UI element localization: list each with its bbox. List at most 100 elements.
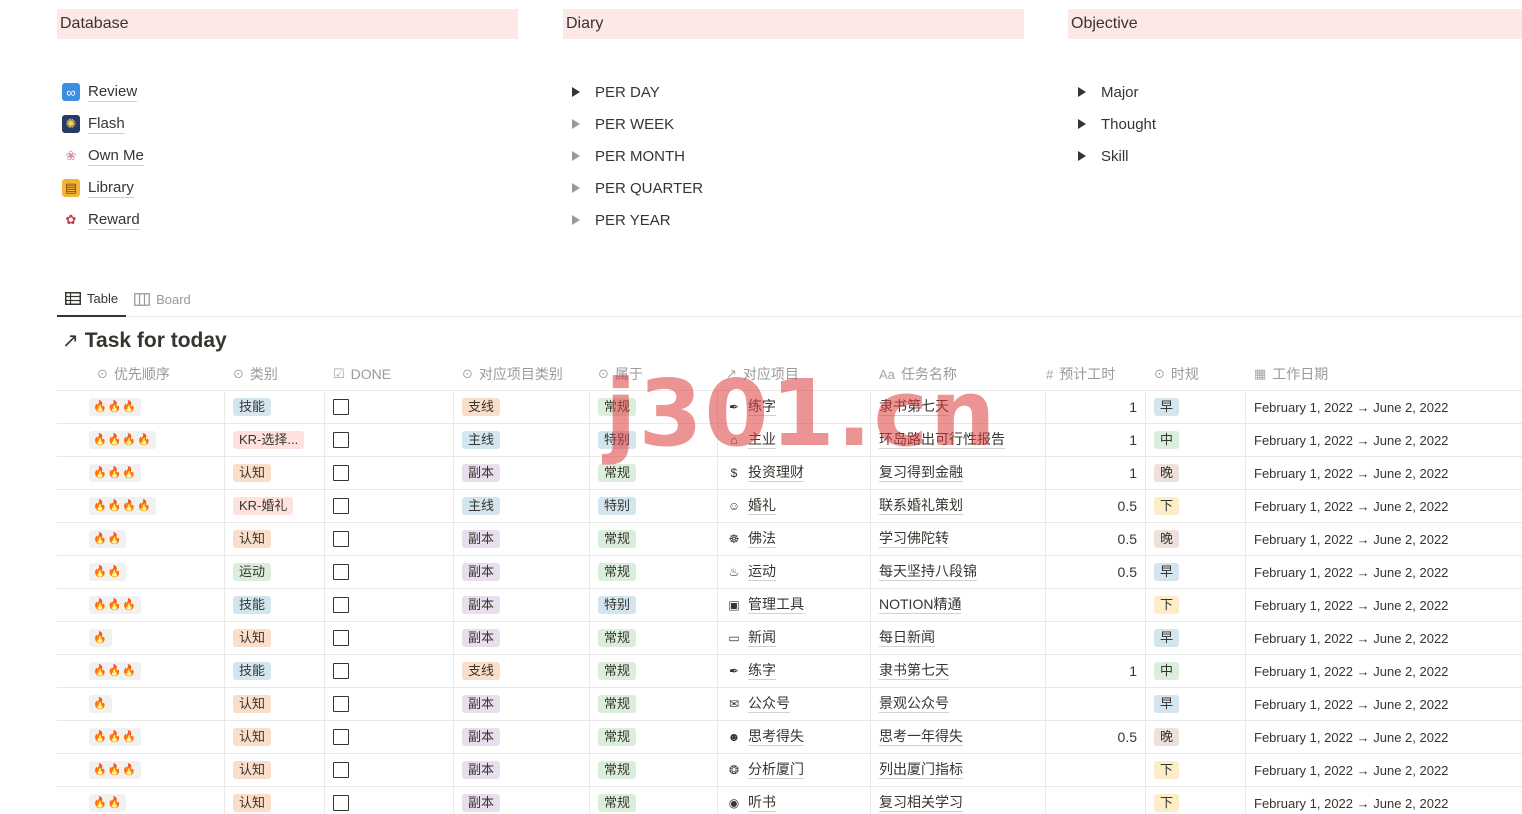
table-row[interactable]: 🔥🔥🔥🔥 KR-选择... 主线 特别 ⌂ 主业 环岛路出可行性报告 1 中 February 1… — [57, 424, 1522, 457]
done-checkbox[interactable] — [333, 630, 349, 646]
done-checkbox[interactable] — [333, 696, 349, 712]
proj-type-cell[interactable]: 主线 — [454, 424, 590, 456]
objective-toggle[interactable]: Skill — [1076, 140, 1156, 172]
date-cell[interactable]: February 1, 2022 → June 2, 2022 — [1246, 688, 1522, 720]
project-link[interactable]: 投资理财 — [748, 464, 804, 482]
database-link-label[interactable]: Flash — [88, 115, 125, 134]
task-name[interactable]: 思考一年得失 — [879, 728, 963, 746]
date-cell[interactable]: February 1, 2022 → June 2, 2022 — [1246, 655, 1522, 687]
category-cell[interactable]: 技能 — [225, 655, 325, 687]
project-cell[interactable]: $ 投资理财 — [718, 457, 871, 489]
priority-cell[interactable]: 🔥🔥🔥 — [57, 655, 225, 687]
priority-cell[interactable]: 🔥🔥🔥 — [57, 589, 225, 621]
diary-toggle[interactable]: PER QUARTER — [570, 172, 703, 204]
task-name[interactable]: 复习相关学习 — [879, 794, 963, 812]
timing-cell[interactable]: 早 — [1146, 556, 1246, 588]
task-name[interactable]: NOTION精通 — [879, 596, 962, 614]
header-task[interactable]: Aa 任务名称 — [871, 358, 1046, 390]
triangle-right-icon[interactable] — [1078, 87, 1086, 97]
task-name[interactable]: 列出厦门指标 — [879, 761, 963, 779]
database-title[interactable]: ↗ Task for today — [62, 328, 227, 353]
header-done[interactable]: ☑ DONE — [325, 358, 454, 390]
timing-cell[interactable]: 下 — [1146, 490, 1246, 522]
category-cell[interactable]: KR-选择... — [225, 424, 325, 456]
done-checkbox[interactable] — [333, 531, 349, 547]
done-cell[interactable] — [325, 688, 454, 720]
date-cell[interactable]: February 1, 2022 → June 2, 2022 — [1246, 391, 1522, 423]
proj-type-cell[interactable]: 副本 — [454, 523, 590, 555]
priority-cell[interactable]: 🔥🔥🔥🔥 — [57, 424, 225, 456]
table-row[interactable]: 🔥 认知 副本 常规 ✉ 公众号 景观公众号 早 February 1, 2022 → June… — [57, 688, 1522, 721]
header-category[interactable]: ⊙ 类别 — [225, 358, 325, 390]
hours-cell[interactable] — [1046, 622, 1146, 654]
category-cell[interactable]: 运动 — [225, 556, 325, 588]
done-cell[interactable] — [325, 391, 454, 423]
category-cell[interactable]: 认知 — [225, 721, 325, 753]
done-checkbox[interactable] — [333, 564, 349, 580]
task-name[interactable]: 每日新闻 — [879, 629, 935, 647]
project-cell[interactable]: ✉ 公众号 — [718, 688, 871, 720]
database-link[interactable]: ✿ Reward — [62, 204, 144, 236]
belongs-cell[interactable]: 常规 — [590, 622, 718, 654]
priority-cell[interactable]: 🔥🔥🔥 — [57, 754, 225, 786]
triangle-right-icon[interactable] — [572, 183, 580, 193]
priority-cell[interactable]: 🔥 — [57, 688, 225, 720]
priority-cell[interactable]: 🔥🔥 — [57, 523, 225, 555]
timing-cell[interactable]: 晚 — [1146, 523, 1246, 555]
belongs-cell[interactable]: 常规 — [590, 655, 718, 687]
priority-cell[interactable]: 🔥🔥🔥 — [57, 391, 225, 423]
timing-cell[interactable]: 下 — [1146, 787, 1246, 814]
task-cell[interactable]: 隶书第七天 — [871, 391, 1046, 423]
belongs-cell[interactable]: 特别 — [590, 424, 718, 456]
belongs-cell[interactable]: 常规 — [590, 754, 718, 786]
done-checkbox[interactable] — [333, 795, 349, 811]
done-cell[interactable] — [325, 787, 454, 814]
table-row[interactable]: 🔥🔥🔥 认知 副本 常规 ☻ 思考得失 思考一年得失 0.5 晚 February 1, 2022… — [57, 721, 1522, 754]
timing-cell[interactable]: 中 — [1146, 424, 1246, 456]
priority-cell[interactable]: 🔥🔥🔥 — [57, 721, 225, 753]
triangle-right-icon[interactable] — [572, 119, 580, 129]
task-cell[interactable]: 环岛路出可行性报告 — [871, 424, 1046, 456]
task-name[interactable]: 环岛路出可行性报告 — [879, 431, 1005, 449]
done-cell[interactable] — [325, 655, 454, 687]
category-cell[interactable]: 技能 — [225, 589, 325, 621]
proj-type-cell[interactable]: 副本 — [454, 622, 590, 654]
project-link[interactable]: 运动 — [748, 563, 776, 581]
hours-cell[interactable]: 1 — [1046, 655, 1146, 687]
tab-table[interactable]: Table — [57, 282, 127, 317]
project-cell[interactable]: ✒ 练字 — [718, 655, 871, 687]
hours-cell[interactable]: 0.5 — [1046, 721, 1146, 753]
belongs-cell[interactable]: 常规 — [590, 391, 718, 423]
category-cell[interactable]: 认知 — [225, 457, 325, 489]
hours-cell[interactable]: 0.5 — [1046, 523, 1146, 555]
project-link[interactable]: 佛法 — [748, 530, 776, 548]
done-cell[interactable] — [325, 523, 454, 555]
diary-toggle[interactable]: PER WEEK — [570, 108, 703, 140]
table-row[interactable]: 🔥🔥 认知 副本 常规 ☸ 佛法 学习佛陀转 0.5 晚 February 1, 2022 → J… — [57, 523, 1522, 556]
date-cell[interactable]: February 1, 2022 → June 2, 2022 — [1246, 457, 1522, 489]
proj-type-cell[interactable]: 副本 — [454, 754, 590, 786]
done-checkbox[interactable] — [333, 465, 349, 481]
timing-cell[interactable]: 下 — [1146, 754, 1246, 786]
done-checkbox[interactable] — [333, 597, 349, 613]
done-cell[interactable] — [325, 589, 454, 621]
timing-cell[interactable]: 早 — [1146, 391, 1246, 423]
priority-cell[interactable]: 🔥 — [57, 622, 225, 654]
task-cell[interactable]: 每天坚持八段锦 — [871, 556, 1046, 588]
done-checkbox[interactable] — [333, 498, 349, 514]
table-row[interactable]: 🔥🔥🔥 认知 副本 常规 ❂ 分析厦门 列出厦门指标 下 February 1, 2022 → … — [57, 754, 1522, 787]
date-cell[interactable]: February 1, 2022 → June 2, 2022 — [1246, 523, 1522, 555]
header-priority[interactable]: ⊙ 优先顺序 — [57, 358, 225, 390]
category-cell[interactable]: KR-婚礼 — [225, 490, 325, 522]
project-link[interactable]: 管理工具 — [748, 596, 804, 614]
header-belongs[interactable]: ⊙ 属于 — [590, 358, 718, 390]
done-checkbox[interactable] — [333, 762, 349, 778]
category-cell[interactable]: 认知 — [225, 622, 325, 654]
database-link-label[interactable]: Review — [88, 83, 138, 102]
category-cell[interactable]: 认知 — [225, 787, 325, 814]
database-link[interactable]: ▤ Library — [62, 172, 144, 204]
priority-cell[interactable]: 🔥🔥 — [57, 556, 225, 588]
project-cell[interactable]: ☺ 婚礼 — [718, 490, 871, 522]
project-link[interactable]: 思考得失 — [748, 728, 804, 746]
proj-type-cell[interactable]: 主线 — [454, 490, 590, 522]
